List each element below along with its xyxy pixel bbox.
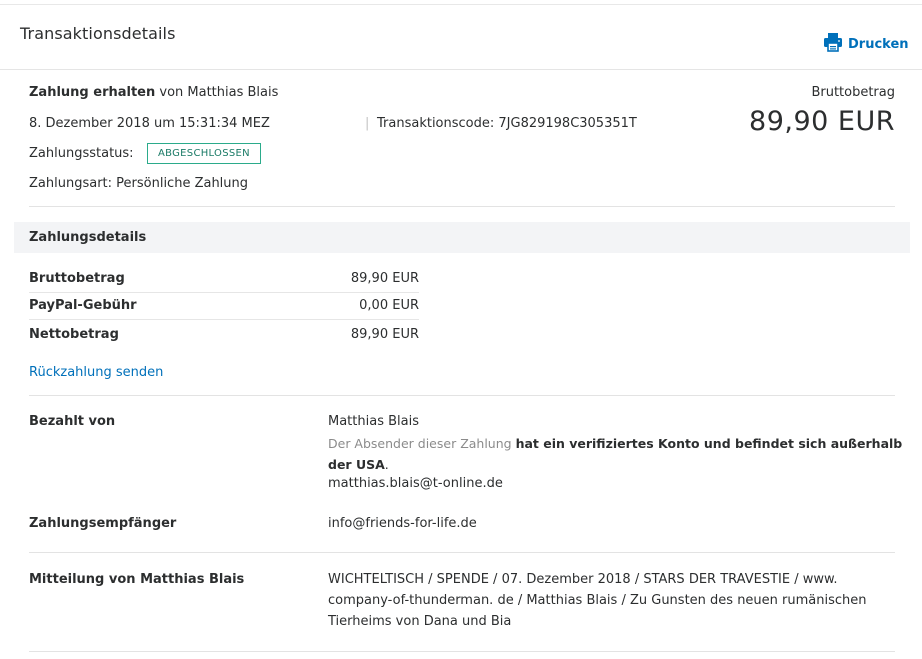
payer-verification-note: Der Absender dieser Zahlung hat ein veri… — [328, 433, 908, 475]
recipient-label: Zahlungsempfänger — [29, 516, 177, 531]
print-button[interactable]: Drucken — [823, 32, 909, 56]
transaction-code: Transaktionscode: 7JG829198C305351T — [377, 116, 637, 131]
status-line-bold: Zahlung erhalten — [29, 85, 156, 100]
transaction-status-line: Zahlung erhalten von Matthias Blais — [29, 85, 278, 100]
payment-status-label: Zahlungsstatus: — [29, 146, 134, 161]
fee-label: PayPal-Gebühr — [29, 298, 137, 313]
row-divider — [29, 319, 419, 320]
top-border — [0, 4, 922, 5]
payer-email: matthias.blais@t-online.de — [328, 476, 503, 491]
payment-type: Zahlungsart: Persönliche Zahlung — [29, 176, 249, 191]
paid-by-label: Bezahlt von — [29, 414, 116, 429]
payment-details-header: Zahlungsdetails — [14, 222, 910, 253]
note-end: . — [384, 457, 389, 472]
gross-label: Bruttobetrag — [29, 271, 125, 286]
gross-amount: 89,90 EUR — [749, 106, 895, 137]
recipient-divider — [29, 552, 895, 553]
net-value: 89,90 EUR — [350, 327, 419, 342]
transaction-date: 8. Dezember 2018 um 15:31:34 MEZ — [29, 116, 270, 131]
status-badge: ABGESCHLOSSEN — [147, 143, 261, 164]
refund-link[interactable]: Rückzahlung senden — [29, 365, 163, 380]
recipient-email: info@friends-for-life.de — [328, 516, 477, 531]
details-divider — [29, 395, 895, 396]
header-divider — [0, 69, 922, 70]
row-divider — [29, 292, 419, 293]
printer-icon — [823, 32, 848, 56]
net-label: Nettobetrag — [29, 327, 119, 342]
print-label: Drucken — [848, 36, 909, 52]
message-text: WICHTELTISCH / SPENDE / 07. Dezember 201… — [328, 572, 867, 629]
bottom-divider — [29, 651, 895, 652]
fee-value: 0,00 EUR — [359, 298, 419, 313]
gross-value: 89,90 EUR — [350, 271, 419, 286]
note-grey-text: Der Absender dieser Zahlung — [328, 436, 516, 451]
page-title: Transaktionsdetails — [20, 24, 176, 43]
status-line-sender: von Matthias Blais — [155, 85, 279, 100]
payer-name: Matthias Blais — [328, 414, 419, 429]
message-label: Mitteilung von Matthias Blais — [29, 572, 245, 587]
separator: | — [365, 116, 370, 131]
summary-divider — [29, 206, 895, 207]
section-title: Zahlungsdetails — [29, 230, 147, 245]
gross-amount-label: Bruttobetrag — [811, 85, 895, 100]
